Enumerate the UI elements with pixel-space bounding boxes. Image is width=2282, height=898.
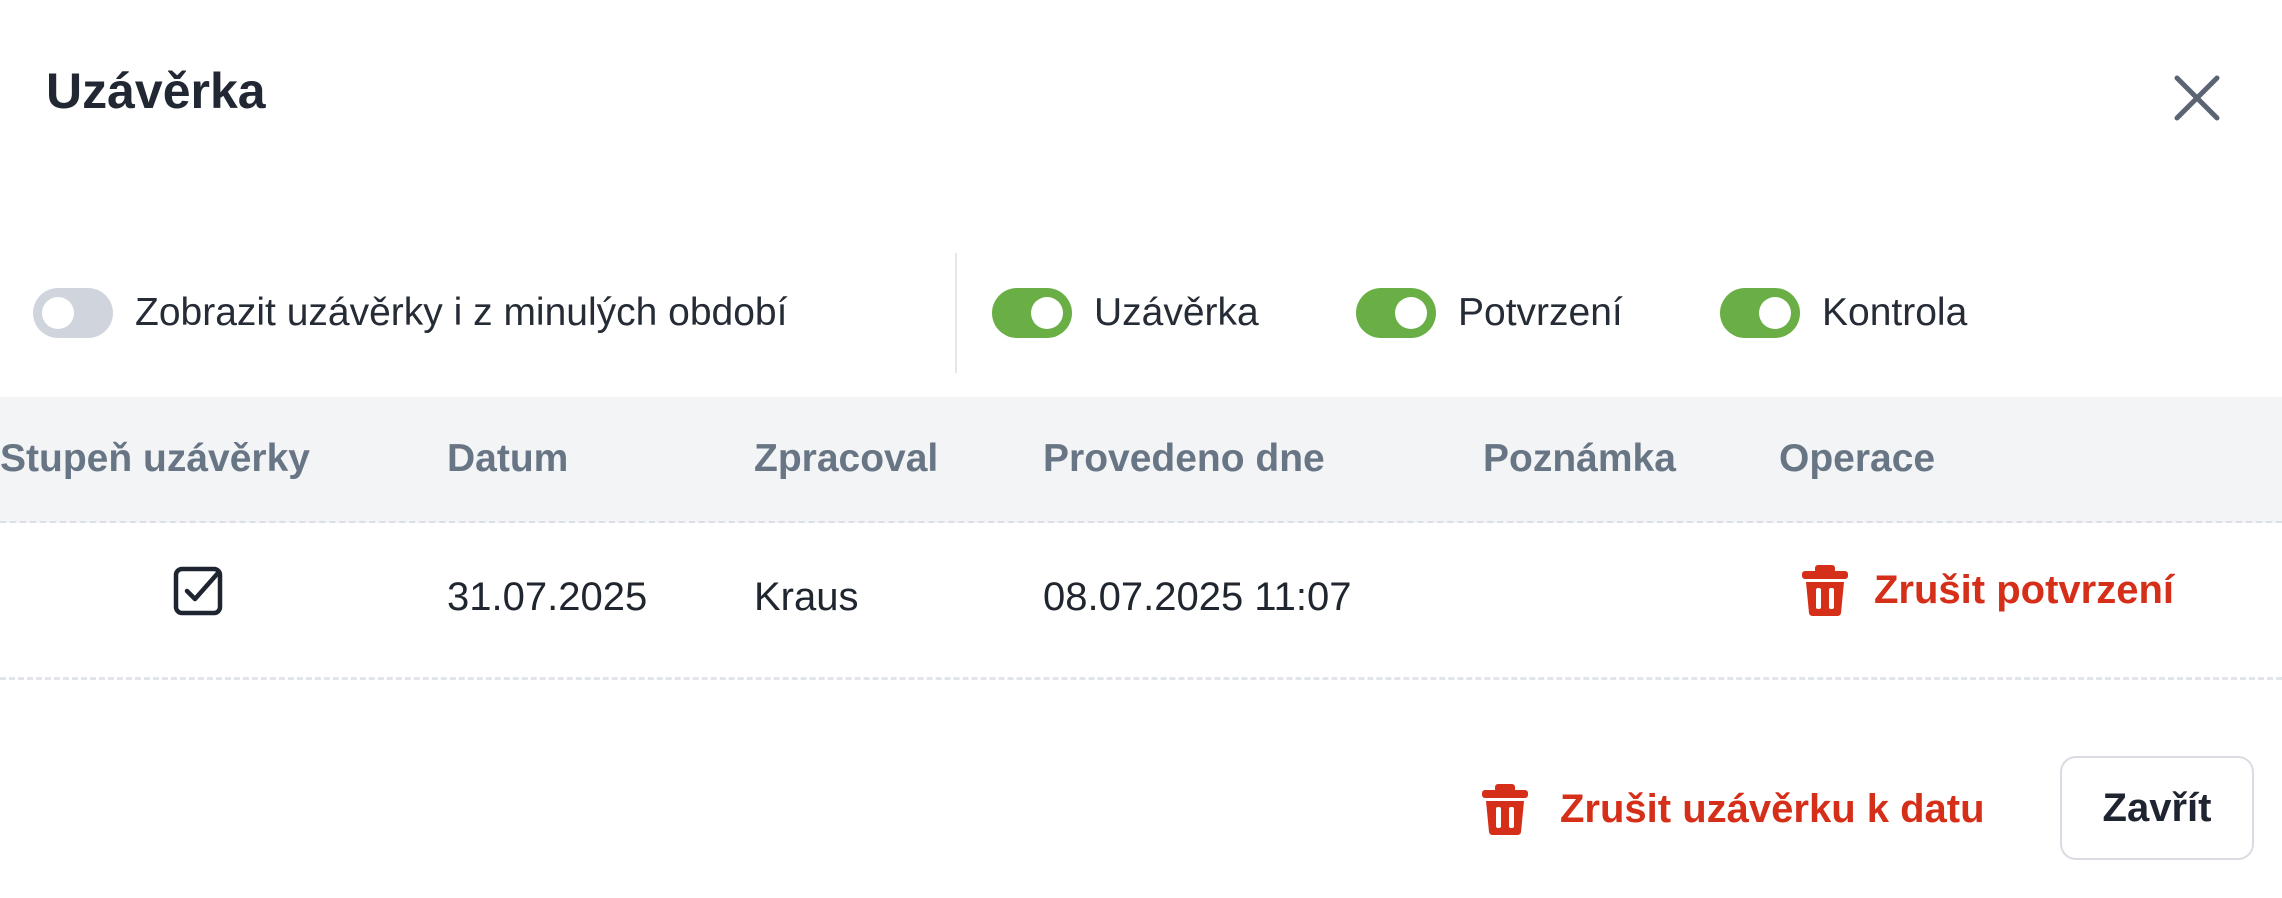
toggle-closing[interactable]: Uzávěrka (992, 288, 1259, 338)
switch-control[interactable] (1720, 288, 1800, 338)
toggle-closing-label: Uzávěrka (1094, 291, 1259, 334)
switch-knob (1395, 297, 1427, 329)
cell-processed-by: Kraus (754, 575, 859, 619)
switch-closing[interactable] (992, 288, 1072, 338)
column-header-note[interactable]: Poznámka (1483, 437, 1676, 481)
filter-divider (955, 253, 957, 373)
column-header-date[interactable]: Datum (447, 437, 568, 481)
column-header-closing-level[interactable]: Stupeň uzávěrky (0, 437, 310, 481)
cancel-confirmation-label: Zrušit potvrzení (1874, 567, 2175, 612)
close-button[interactable]: Zavřít (2060, 756, 2254, 860)
switch-confirmation[interactable] (1356, 288, 1436, 338)
cell-performed-on: 08.07.2025 11:07 (1043, 575, 1352, 619)
toggle-past-periods-label: Zobrazit uzávěrky i z minulých období (135, 291, 788, 334)
filter-toggles: Zobrazit uzávěrky i z minulých období Uz… (0, 253, 2282, 373)
toggle-confirmation-label: Potvrzení (1458, 291, 1623, 334)
trash-icon (1482, 784, 1528, 835)
switch-knob (1031, 297, 1063, 329)
checkbox-checked-icon (173, 566, 223, 616)
toggle-confirmation[interactable]: Potvrzení (1356, 288, 1623, 338)
toggle-past-periods[interactable]: Zobrazit uzávěrky i z minulých období (33, 288, 787, 338)
switch-knob (1759, 297, 1791, 329)
column-header-operations: Operace (1779, 437, 1936, 480)
close-icon[interactable] (2167, 68, 2227, 128)
toggle-control[interactable]: Kontrola (1720, 288, 1967, 338)
cancel-closing-to-date-button[interactable]: Zrušit uzávěrku k datu (1480, 782, 1985, 836)
table-row: 31.07.2025 Kraus 08.07.2025 11:07 Zrušit… (0, 523, 2282, 680)
column-header-performed-on[interactable]: Provedeno dne (1043, 437, 1325, 481)
table-header: Stupeň uzávěrky Datum Zpracoval Proveden… (0, 397, 2282, 523)
cell-date: 31.07.2025 (447, 575, 648, 619)
switch-knob (42, 297, 74, 329)
trash-icon (1802, 565, 1848, 616)
toggle-control-label: Kontrola (1822, 291, 1968, 334)
cancel-confirmation-button[interactable]: Zrušit potvrzení (1800, 563, 2174, 617)
dialog-title: Uzávěrka (46, 63, 266, 119)
switch-past-periods[interactable] (33, 288, 113, 338)
column-header-processed-by[interactable]: Zpracoval (754, 437, 938, 481)
cancel-closing-to-date-label: Zrušit uzávěrku k datu (1560, 786, 1985, 831)
